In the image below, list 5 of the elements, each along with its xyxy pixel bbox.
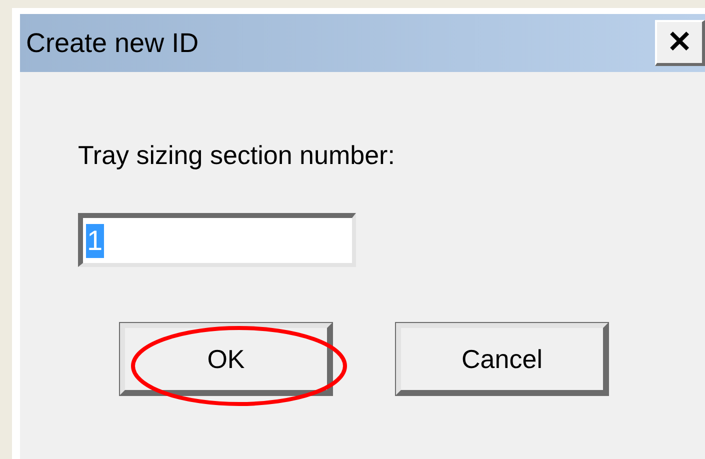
ok-button[interactable]: OK [120, 323, 332, 395]
cancel-button[interactable]: Cancel [396, 323, 608, 395]
prompt-label: Tray sizing section number: [78, 139, 396, 172]
window-title: Create new ID [26, 26, 199, 60]
close-button[interactable]: ✕ [655, 20, 705, 66]
